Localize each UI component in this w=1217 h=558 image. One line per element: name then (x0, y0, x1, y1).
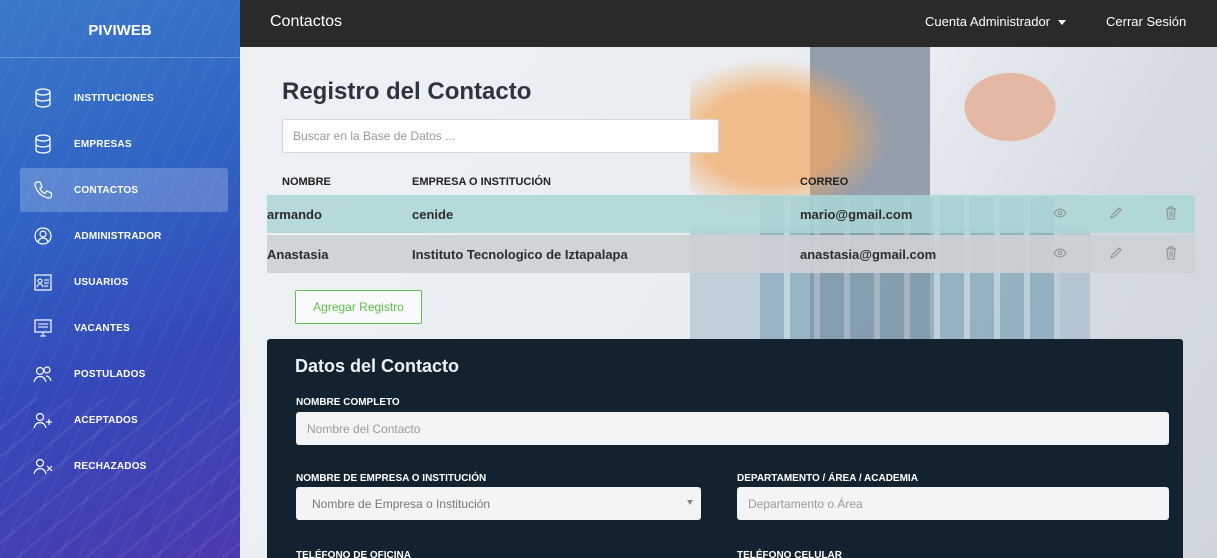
column-header-empresa: EMPRESA O INSTITUCIÓN (412, 176, 551, 188)
logout-link[interactable]: Cerrar Sesión (1106, 14, 1186, 29)
empresa-select-value: Nombre de Empresa o Institución (312, 496, 491, 511)
cell-nombre: Anastasia (267, 247, 329, 262)
sidebar-item-label: EMPRESAS (74, 138, 132, 150)
edit-icon[interactable] (1109, 206, 1123, 220)
empresa-label: NOMBRE DE EMPRESA O INSTITUCIÓN (296, 473, 487, 484)
contact-form-panel: Datos del Contacto NOMBRE COMPLETO NOMBR… (267, 339, 1183, 558)
cell-correo: anastasia@gmail.com (800, 247, 937, 262)
sidebar-item-aceptados[interactable]: ACEPTADOS (20, 398, 228, 442)
cell-nombre: armando (267, 207, 322, 222)
sidebar-item-contactos[interactable]: CONTACTOS (20, 168, 228, 212)
cell-empresa: Instituto Tecnologico de Iztapalapa (412, 247, 628, 262)
page-title: Contactos (270, 13, 343, 30)
edit-icon[interactable] (1109, 246, 1123, 260)
table-row: armando cenide mario@gmail.com (267, 195, 1195, 233)
view-icon[interactable] (1053, 206, 1067, 220)
sidebar-item-usuarios[interactable]: USUARIOS (20, 260, 228, 304)
group-icon (32, 363, 54, 385)
phone-icon (32, 179, 54, 201)
sidebar-item-postulados[interactable]: POSTULADOS (20, 352, 228, 396)
user-plus-icon (32, 409, 54, 431)
top-navbar: Contactos Cuenta Administrador Cerrar Se… (240, 0, 1217, 47)
main-content: Registro del Contacto NOMBRE EMPRESA O I… (240, 47, 1217, 558)
section-heading: Registro del Contacto (282, 78, 532, 105)
sidebar-item-rechazados[interactable]: RECHAZADOS (20, 444, 228, 488)
users-id-icon (32, 271, 54, 293)
empresa-select[interactable]: Nombre de Empresa o Institución (296, 487, 701, 520)
departamento-field[interactable] (737, 487, 1169, 520)
cell-correo: mario@gmail.com (800, 207, 913, 222)
telefono-oficina-label: TELÉFONO DE OFICINA (296, 550, 411, 558)
user-remove-icon (32, 455, 54, 477)
sidebar-item-empresas[interactable]: EMPRESAS (20, 122, 228, 166)
column-header-correo: CORREO (800, 176, 849, 188)
database-icon (32, 133, 54, 155)
sidebar-item-label: VACANTES (74, 322, 130, 334)
column-header-nombre: NOMBRE (282, 176, 331, 188)
sidebar-item-label: INSTITUCIONES (74, 92, 154, 104)
account-menu-label: Cuenta Administrador (925, 14, 1051, 29)
sidebar-menu: INSTITUCIONES EMPRESAS CONTACTOS ADMINIS… (20, 76, 228, 490)
cell-empresa: cenide (412, 207, 454, 222)
database-icon (32, 87, 54, 109)
admin-icon (32, 225, 54, 247)
sidebar: PIVIWEB INSTITUCIONES EMPRESAS CONTACTOS… (0, 0, 240, 558)
brand-logo[interactable]: PIVIWEB (0, 0, 240, 58)
brand-text: PIVIWEB (88, 22, 152, 39)
sidebar-item-label: POSTULADOS (74, 368, 146, 380)
sidebar-item-label: CONTACTOS (74, 184, 139, 196)
delete-icon[interactable] (1164, 206, 1178, 220)
sidebar-item-instituciones[interactable]: INSTITUCIONES (20, 76, 228, 120)
delete-icon[interactable] (1164, 246, 1178, 260)
add-record-button[interactable]: Agregar Registro (295, 290, 422, 324)
sidebar-item-label: RECHAZADOS (74, 460, 147, 472)
sidebar-item-label: ADMINISTRADOR (74, 230, 162, 242)
account-menu[interactable]: Cuenta Administrador (925, 14, 1066, 29)
sidebar-item-administrador[interactable]: ADMINISTRADOR (20, 214, 228, 258)
search-input[interactable] (282, 119, 719, 153)
telefono-celular-label: TELÉFONO CELULAR (737, 550, 842, 558)
chevron-down-icon (687, 500, 693, 505)
sidebar-item-label: ACEPTADOS (74, 414, 138, 426)
monitor-icon (32, 317, 54, 339)
cell-nombre-text: armando (267, 207, 322, 222)
sidebar-item-vacantes[interactable]: VACANTES (20, 306, 228, 350)
nombre-completo-label: NOMBRE COMPLETO (296, 397, 400, 408)
nombre-completo-field[interactable] (296, 412, 1169, 445)
departamento-label: DEPARTAMENTO / ÁREA / ACADEMIA (737, 473, 918, 484)
table-row: Anastasia Instituto Tecnologico de Iztap… (267, 235, 1195, 273)
sidebar-item-label: USUARIOS (74, 276, 129, 288)
view-icon[interactable] (1053, 246, 1067, 260)
caret-down-icon (1057, 19, 1066, 25)
form-title: Datos del Contacto (295, 356, 460, 376)
